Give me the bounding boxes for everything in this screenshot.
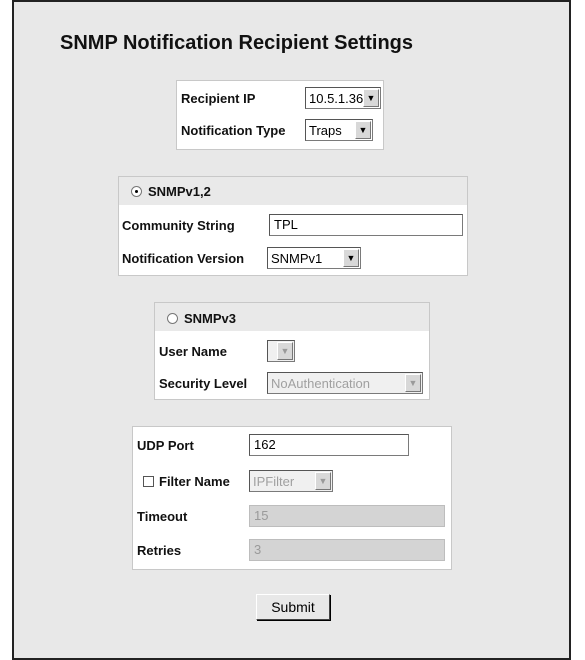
chevron-down-icon: ▼ [405,374,421,392]
community-string-input[interactable]: TPL [269,214,463,236]
chevron-down-icon: ▼ [343,249,359,267]
transport-box: UDP Port 162 Filter Name IPFilter ▼ Time… [132,426,452,570]
filter-name-row: Filter Name [143,474,230,489]
notification-type-value: Traps [309,122,342,138]
security-level-select[interactable]: NoAuthentication ▼ [267,372,423,394]
notification-version-value: SNMPv1 [271,250,323,266]
snmpv3-radio[interactable]: SNMPv3 [167,311,236,326]
radio-selected-icon[interactable] [131,186,142,197]
udp-port-input[interactable]: 162 [249,434,409,456]
filter-name-value: IPFilter [253,473,295,489]
chevron-down-icon: ▼ [277,342,293,360]
notification-type-label: Notification Type [181,123,286,138]
recipient-ip-select[interactable]: 10.5.1.36 ▼ [305,87,381,109]
filter-name-checkbox[interactable] [143,476,154,487]
retries-input[interactable]: 3 [249,539,445,561]
user-name-select[interactable]: ▼ [267,340,295,362]
retries-label: Retries [137,543,182,558]
radio-unselected-icon[interactable] [167,313,178,324]
snmpv3-radio-label: SNMPv3 [184,311,237,326]
recipient-ip-label: Recipient IP [181,91,256,106]
submit-button[interactable]: Submit [256,594,330,620]
snmpv3-box: SNMPv3 User Name ▼ Security Level NoAuth… [154,302,430,400]
snmpv12-box: SNMPv1,2 Community String TPL Notificati… [118,176,468,276]
timeout-label: Timeout [137,509,188,524]
chevron-down-icon: ▼ [355,121,371,139]
filter-name-label: Filter Name [159,474,230,489]
user-name-label: User Name [159,344,227,359]
community-string-label: Community String [122,218,235,233]
snmpv12-radio-label: SNMPv1,2 [148,184,211,199]
timeout-input[interactable]: 15 [249,505,445,527]
page-title: SNMP Notification Recipient Settings [60,32,413,54]
notification-version-label: Notification Version [122,251,245,266]
chevron-down-icon: ▼ [363,89,379,107]
chevron-down-icon: ▼ [315,472,331,490]
snmpv12-radio[interactable]: SNMPv1,2 [131,184,211,199]
security-level-label: Security Level [159,376,248,391]
recipient-ip-value: 10.5.1.36 [309,90,363,106]
notification-type-select[interactable]: Traps ▼ [305,119,373,141]
recipient-box: Recipient IP 10.5.1.36 ▼ Notification Ty… [176,80,384,150]
filter-name-select[interactable]: IPFilter ▼ [249,470,333,492]
notification-version-select[interactable]: SNMPv1 ▼ [267,247,361,269]
udp-port-label: UDP Port [137,438,194,453]
security-level-value: NoAuthentication [271,375,371,391]
